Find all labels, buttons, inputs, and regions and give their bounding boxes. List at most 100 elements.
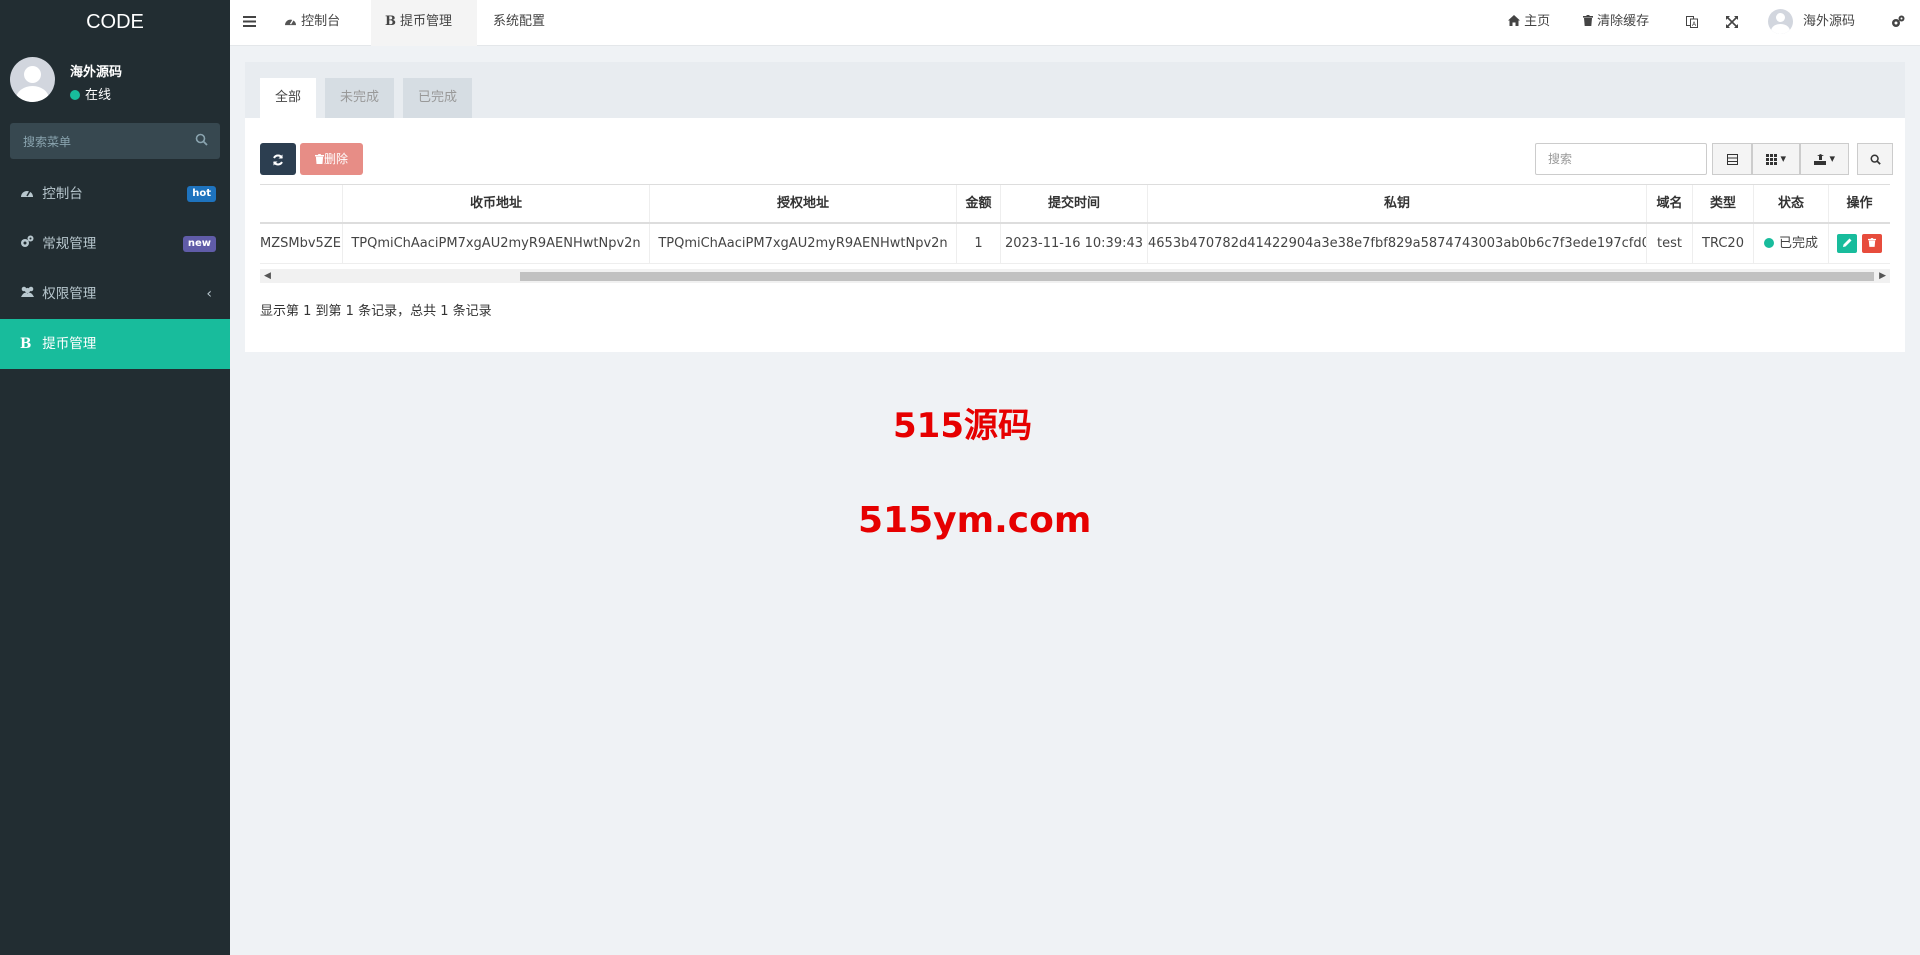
delete-button[interactable]: 删除 [300,143,363,175]
bitcoin-icon: B [385,14,396,29]
refresh-icon [273,154,283,165]
watermark-line1: 515源码 [893,406,1032,446]
export-icon [1813,153,1826,165]
scroll-thumb[interactable] [520,272,1874,281]
columns-button[interactable]: ▾ [1752,143,1800,175]
col-status[interactable]: 状态 [1754,185,1829,222]
hot-badge: hot [187,186,216,202]
col-submit-time[interactable]: 提交时间 [1001,185,1148,222]
caret-down-icon: ▾ [1780,152,1787,165]
topbar: 控制台 B 提币管理 系统配置 主页 清除缓存 A 海外源码 [230,0,1920,46]
tab-label: 控制台 [301,14,341,29]
search-toggle-button[interactable] [1857,143,1893,175]
dashboard-icon [284,14,297,29]
content-panel: 全部 未完成 已完成 删除 搜索 ▾ ▾ 收币地址 授权地址 金额 提交时间 私… [245,62,1905,352]
menu-toggle-icon[interactable] [230,0,268,46]
status-tabs: 全部 未完成 已完成 [245,62,1905,118]
tab-system-config[interactable]: 系统配置 [487,0,551,46]
cell-private-key: 4653b470782d41422904a3e38e7fbf829a587474… [1148,224,1647,263]
trash-icon [314,152,324,166]
pagination-summary: 显示第 1 到第 1 条记录，总共 1 条记录 [260,304,492,319]
refresh-button[interactable] [260,143,296,175]
table-icon [1726,153,1738,165]
users-icon [20,269,38,319]
col-amount[interactable]: 金额 [957,185,1001,222]
tab-all[interactable]: 全部 [260,78,317,118]
clear-cache-label: 清除缓存 [1597,14,1650,29]
col-domain[interactable]: 域名 [1647,185,1693,222]
cell-auth-address: TPQmiChAaciPM7xgAU2myR9AENHwtNpv2n [650,224,957,263]
watermark-line2: 515ym.com [858,500,1092,541]
home-link[interactable]: 主页 [1508,0,1550,46]
cell-actions [1829,224,1890,263]
user-status: 在线 [70,84,111,103]
sidebar-item-label: 权限管理 [42,286,97,302]
bitcoin-icon: B [20,336,32,352]
tab-withdraw[interactable]: B 提币管理 [371,0,477,46]
scroll-right-icon[interactable]: ▶ [1879,269,1886,283]
cell-submit-time: 2023-11-16 10:39:43 [1001,224,1148,263]
edit-button[interactable] [1837,234,1858,253]
col-id-header [260,185,343,222]
search-icon[interactable] [195,133,208,150]
sidebar: CODE 海外源码 在线 搜索菜单 控制台 hot 常规管理 new 权限管理 … [0,0,230,955]
col-private-key[interactable]: 私钥 [1148,185,1647,222]
col-type[interactable]: 类型 [1693,185,1754,222]
horizontal-scrollbar[interactable]: ◀ ▶ [260,269,1890,283]
sidebar-item-label: 控制台 [42,186,83,202]
export-button[interactable]: ▾ [1800,143,1849,175]
settings-icon[interactable] [1891,0,1911,46]
trash-icon [1867,238,1876,247]
tab-dashboard[interactable]: 控制台 [270,0,354,46]
clear-cache-button[interactable]: 清除缓存 [1583,0,1649,46]
user-status-label: 在线 [85,88,112,103]
col-auth-address[interactable]: 授权地址 [650,185,957,222]
pencil-icon [1842,238,1852,247]
user-avatar-icon [1768,9,1793,34]
new-badge: new [182,236,216,252]
online-dot-icon [70,90,80,100]
scroll-left-icon[interactable]: ◀ [264,269,271,283]
tab-incomplete[interactable]: 未完成 [325,78,395,118]
user-name: 海外源码 [70,65,123,80]
sidebar-menu: 控制台 hot 常规管理 new 权限管理 ‹ B 提币管理 [0,169,230,369]
status-badge: 已完成 [1754,224,1829,263]
sidebar-item-withdraw[interactable]: B 提币管理 [0,319,230,369]
menu-search-placeholder: 搜索菜单 [23,135,72,149]
menu-search-input[interactable]: 搜索菜单 [10,123,220,159]
toggle-view-button[interactable] [1712,143,1752,175]
logo[interactable]: CODE [0,0,230,46]
status-label: 已完成 [1778,236,1818,251]
table-search-input[interactable]: 搜索 [1535,143,1707,175]
cogs-icon [20,219,38,269]
table-header: 收币地址 授权地址 金额 提交时间 私钥 域名 类型 状态 操作 [260,184,1890,224]
chevron-left-icon: ‹ [206,286,212,302]
tab-complete[interactable]: 已完成 [403,78,473,118]
table-row[interactable]: MZSMbv5ZE TPQmiChAaciPM7xgAU2myR9AENHwtN… [260,224,1890,264]
col-actions: 操作 [1846,196,1873,211]
delete-label: 删除 [323,152,348,166]
col-receive-address[interactable]: 收币地址 [343,185,650,222]
dashboard-icon [20,169,38,219]
cell-prefix: MZSMbv5ZE [260,224,343,263]
status-dot-icon [1763,238,1774,248]
user-menu[interactable]: 海外源码 [1768,0,1855,46]
cell-amount: 1 [957,224,1001,263]
tab-label: 系统配置 [493,14,546,29]
grid-icon [1765,153,1777,165]
fullscreen-icon[interactable] [1726,0,1746,46]
topbar-user-name: 海外源码 [1803,14,1856,29]
sidebar-item-general[interactable]: 常规管理 new [0,219,230,269]
cell-type: TRC20 [1693,224,1754,263]
sidebar-item-dashboard[interactable]: 控制台 hot [0,169,230,219]
language-icon[interactable]: A [1686,0,1706,46]
search-icon [1870,154,1881,165]
home-label: 主页 [1524,14,1551,29]
row-delete-button[interactable] [1861,234,1882,253]
avatar [10,57,55,102]
sidebar-item-label: 常规管理 [42,236,97,252]
sidebar-item-permissions[interactable]: 权限管理 ‹ [0,269,230,319]
cell-receive-address: TPQmiChAaciPM7xgAU2myR9AENHwtNpv2n [343,224,650,263]
data-table: 收币地址 授权地址 金额 提交时间 私钥 域名 类型 状态 操作 MZSMbv5… [260,184,1890,286]
sidebar-item-label: 提币管理 [42,336,97,352]
